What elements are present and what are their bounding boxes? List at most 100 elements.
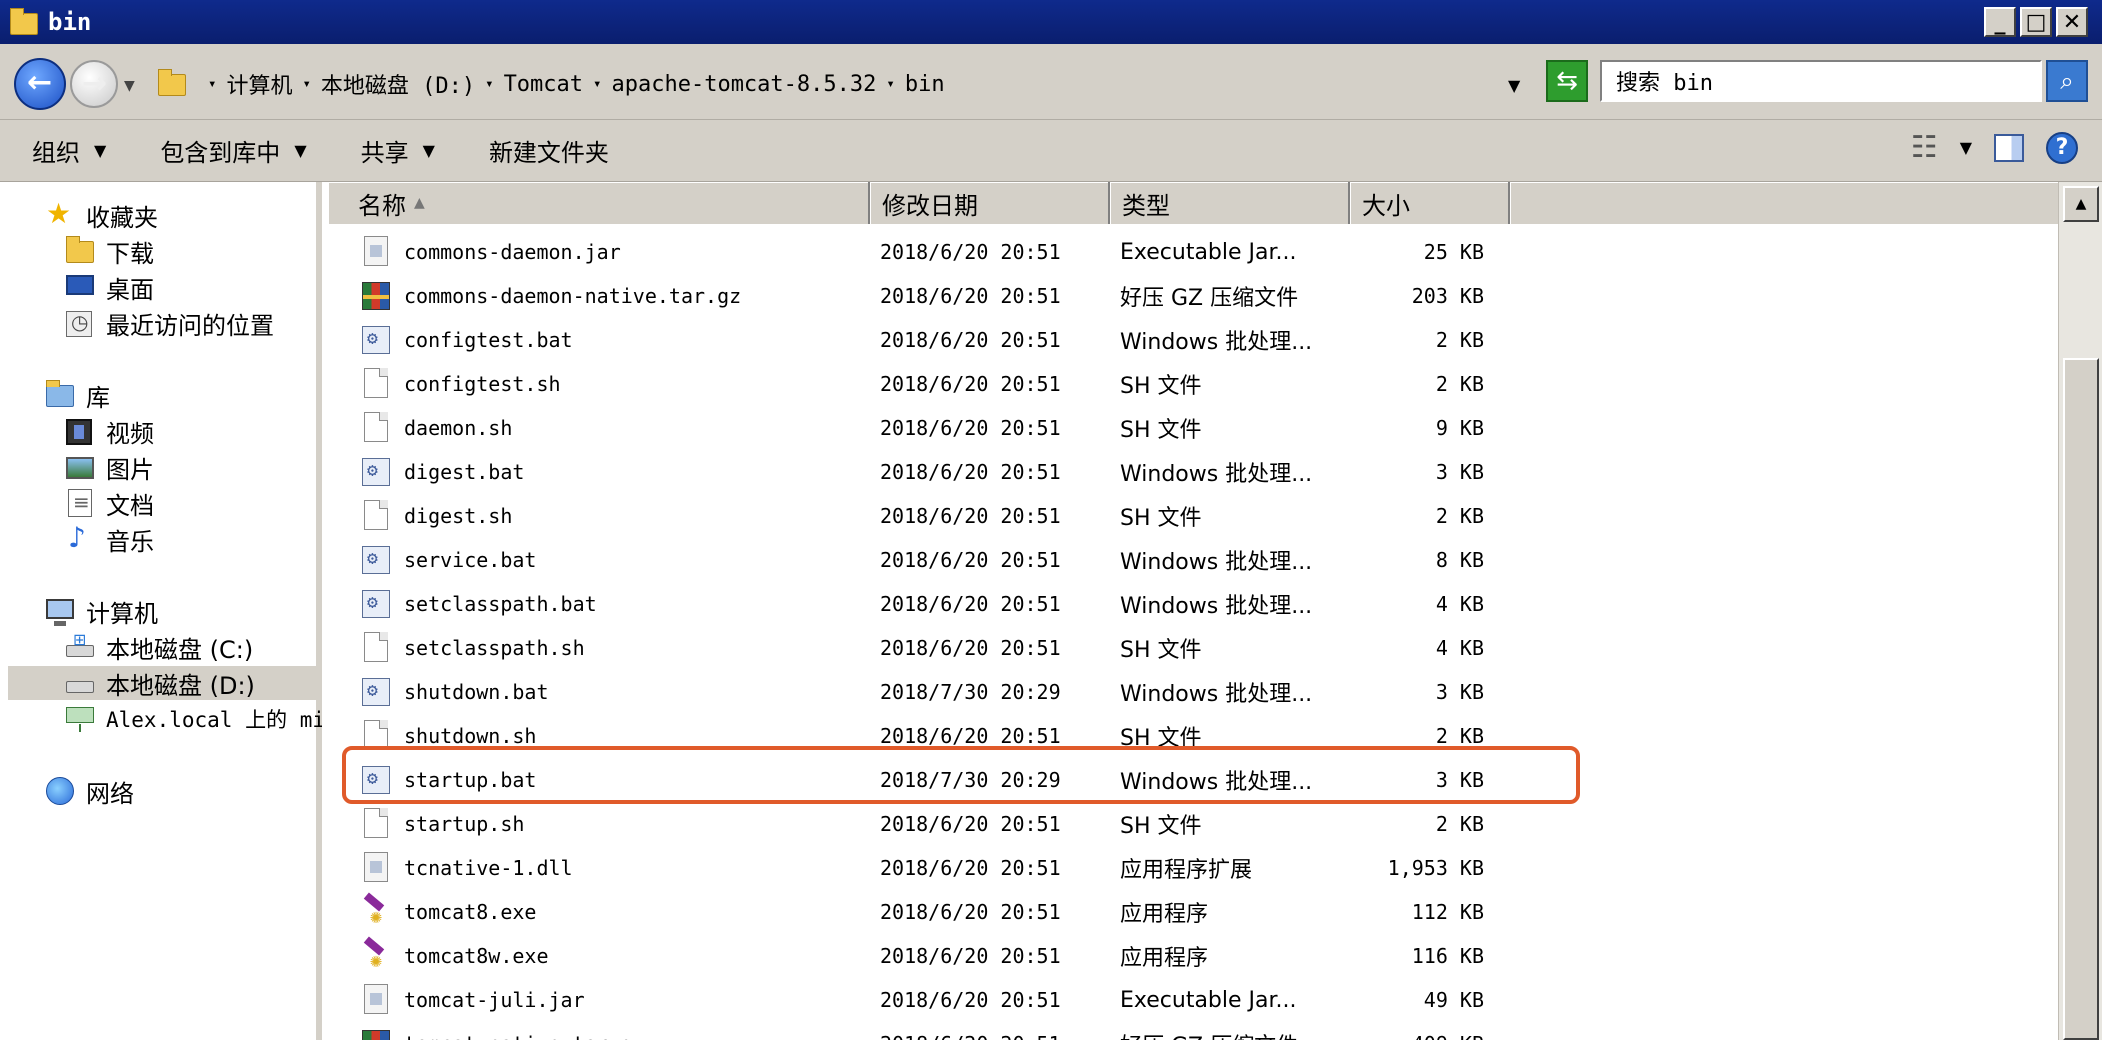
column-name[interactable]: 名称 ▲ [328,182,870,224]
nav-libraries[interactable]: 库 [46,378,110,412]
nav-network-drive[interactable]: Alex.local 上的 mi [66,702,322,736]
address-path[interactable]: ▾ 计算机 ▾ 本地磁盘 (D:) ▾ Tomcat ▾ apache-tomc… [152,58,1532,110]
file-type: SH 文件 [1120,638,1202,663]
file-name-cell: configtest.bat [328,324,868,356]
file-row[interactable]: setclasspath.bat 2018/6/20 20:51 Windows 批… [328,582,2058,626]
file-row[interactable]: shutdown.bat 2018/7/30 20:29 Windows 批处理..… [328,670,2058,714]
refresh-button[interactable]: ⇆ [1546,60,1588,102]
chevron-down-icon[interactable]: ▾ [593,76,601,92]
file-row[interactable]: setclasspath.sh 2018/6/20 20:51 SH 文件 4 KB [328,626,2058,670]
file-icon [362,720,390,752]
recent-pages-dropdown[interactable]: ▼ [124,78,135,94]
preview-pane-icon[interactable] [1994,133,2024,162]
nav-favorites[interactable]: ★ 收藏夹 [46,198,158,232]
video-icon [66,417,96,445]
file-row[interactable]: tomcat-juli.jar 2018/6/20 20:51 Executable… [328,978,2058,1022]
scroll-thumb[interactable] [2063,358,2099,1040]
nav-documents[interactable]: 文档 [66,486,154,520]
column-date[interactable]: 修改日期 [870,182,1110,224]
file-row[interactable]: configtest.sh 2018/6/20 20:51 SH 文件 2 KB [328,362,2058,406]
back-button[interactable]: ← [14,58,66,110]
chevron-down-icon[interactable]: ▾ [886,76,894,92]
file-row[interactable]: startup.sh 2018/6/20 20:51 SH 文件 2 KB [328,802,2058,846]
search-input[interactable]: 搜索 bin [1600,60,2042,102]
file-type: SH 文件 [1120,418,1202,443]
breadcrumb-bin[interactable]: bin [905,72,945,97]
file-size: 49 KB [1423,988,1484,1012]
breadcrumb-tomcat[interactable]: Tomcat [504,72,583,97]
file-row[interactable]: shutdown.sh 2018/6/20 20:51 SH 文件 2 KB [328,714,2058,758]
nav-drive-c[interactable]: 本地磁盘 (C:) [66,630,253,664]
nav-label: 图片 [106,455,154,484]
file-name: commons-daemon.jar [404,240,621,264]
file-row[interactable]: commons-daemon-native.tar.gz 2018/6/20 20… [328,274,2058,318]
minimize-button[interactable]: _ [1984,7,2016,37]
file-name-cell: digest.bat [328,456,868,488]
forward-button[interactable]: → [70,60,118,108]
organize-button[interactable]: 组织 ▼ [32,133,106,168]
nav-music[interactable]: ♪ 音乐 [66,522,154,556]
tomcat-exe-icon [362,940,390,972]
chevron-down-icon[interactable]: ▾ [302,76,310,92]
file-size: 25 KB [1423,240,1484,264]
file-row[interactable]: digest.bat 2018/6/20 20:51 Windows 批处理... 3… [328,450,2058,494]
search-button[interactable]: ⌕ [2046,60,2088,102]
file-row[interactable]: startup.bat 2018/7/30 20:29 Windows 批处理...… [328,758,2058,802]
vertical-scrollbar[interactable]: ▲ [2058,182,2102,1040]
column-type[interactable]: 类型 [1110,182,1350,224]
column-filler [1510,182,2058,224]
file-size: 4 KB [1435,636,1484,660]
column-size[interactable]: 大小 [1350,182,1510,224]
breadcrumb-apache-tomcat[interactable]: apache-tomcat-8.5.32 [611,72,876,97]
refresh-icon: ⇆ [1556,66,1578,96]
nav-label: 最近访问的位置 [106,311,274,340]
scroll-up-button[interactable]: ▲ [2063,186,2099,222]
file-row[interactable]: tomcat8.exe 2018/6/20 20:51 应用程序 112 KB [328,890,2058,934]
chevron-down-icon[interactable]: ▾ [485,76,493,92]
view-list-icon[interactable]: ☷ [1911,130,1938,165]
file-row[interactable]: daemon.sh 2018/6/20 20:51 SH 文件 9 KB [328,406,2058,450]
nav-recent[interactable]: 最近访问的位置 [66,306,274,340]
chevron-down-icon[interactable]: ▼ [1960,138,1972,157]
include-library-button[interactable]: 包含到库中 ▼ [160,133,306,168]
folder-icon [158,69,188,98]
chevron-down-icon: ▼ [94,141,107,160]
file-row[interactable]: tomcat-native.tar.gz 2018/6/20 20:51好压 GZ… [328,1022,2058,1040]
nav-network[interactable]: 网络 [46,774,134,808]
chevron-down-icon[interactable]: ▾ [208,76,216,92]
column-date-label: 修改日期 [882,191,978,220]
file-row[interactable]: tcnative-1.dll 2018/6/20 20:51 应用程序扩展 1,953… [328,846,2058,890]
nav-downloads[interactable]: 下载 [66,234,154,268]
nav-desktop[interactable]: 桌面 [66,270,154,304]
file-row[interactable]: service.bat 2018/6/20 20:51 Windows 批处理...… [328,538,2058,582]
breadcrumb-drive-d[interactable]: 本地磁盘 (D:) [321,68,475,100]
music-icon: ♪ [68,522,86,554]
network-drive-icon [66,705,96,733]
nav-pictures[interactable]: 图片 [66,450,154,484]
address-dropdown[interactable]: ▼ [1508,76,1520,95]
nav-label: 下载 [106,239,154,268]
file-name: tcnative-1.dll [404,856,573,880]
file-size: 4 KB [1435,592,1484,616]
file-name-cell: shutdown.bat [328,676,868,708]
column-header: 名称 ▲ 修改日期 类型 大小 [328,182,2058,224]
file-row[interactable]: digest.sh 2018/6/20 20:51 SH 文件 2 KB [328,494,2058,538]
help-icon[interactable]: ? [2046,131,2078,164]
nav-videos[interactable]: 视频 [66,414,154,448]
file-row[interactable]: tomcat8w.exe 2018/6/20 20:51 应用程序 116 KB [328,934,2058,978]
archive-icon [362,1028,390,1040]
close-button[interactable]: ✕ [2056,7,2088,37]
nav-computer[interactable]: 计算机 [46,594,158,628]
new-folder-button[interactable]: 新建文件夹 [489,133,609,168]
file-row[interactable]: configtest.bat 2018/6/20 20:51 Windows 批处理… [328,318,2058,362]
share-button[interactable]: 共享 ▼ [361,133,435,168]
breadcrumb-computer[interactable]: 计算机 [226,68,292,100]
file-type: Windows 批处理... [1120,770,1313,795]
file-name: configtest.bat [404,328,573,352]
nav-drive-d[interactable]: 本地磁盘 (D:) [8,666,316,700]
maximize-button[interactable]: □ [2020,7,2052,37]
file-row[interactable]: commons-daemon.jar 2018/6/20 20:51 Executa… [328,230,2058,274]
file-name: shutdown.sh [404,724,537,748]
file-name-cell: daemon.sh [328,412,868,444]
file-size: 112 KB [1411,900,1484,924]
